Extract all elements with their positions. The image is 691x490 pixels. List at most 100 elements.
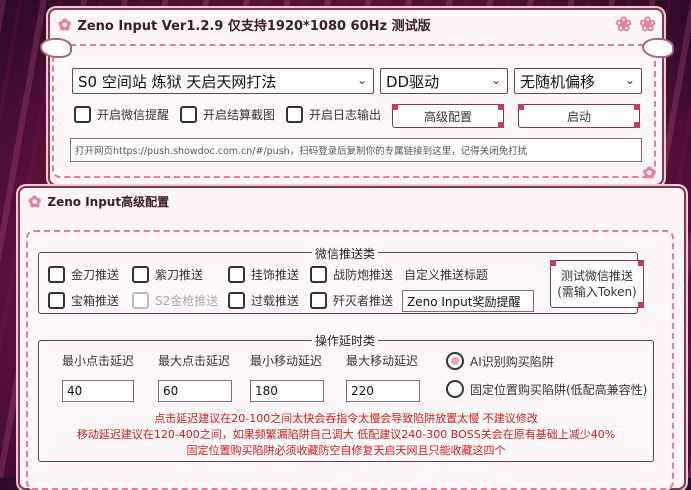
checkbox-box (310, 292, 327, 309)
checkbox-box (310, 266, 327, 283)
radio-label: AI识别购买陷阱 (470, 354, 554, 369)
min-click-delay-input[interactable]: 40 (62, 380, 134, 402)
checkbox-box (132, 266, 149, 283)
checkbox-box (228, 266, 245, 283)
minimize-flower-icon[interactable]: ❀ (615, 12, 632, 36)
checkbox-label: S2金枪推送 (155, 294, 219, 308)
checkbox-box (48, 292, 65, 309)
corner-decoration (638, 302, 644, 308)
offset-select-value: 无随机偏移 (520, 72, 596, 91)
radio-selected-icon (446, 352, 464, 370)
map-select[interactable]: S0 空间站 炼狱 天启天网打法 ⌄ (72, 68, 374, 94)
test-button-line2: (需输入Token) (557, 285, 637, 299)
s2-gold-gun-checkbox: S2金枪推送 (132, 292, 218, 309)
push-url-input[interactable]: 打开网页https://push.showdoc.com.cn/#/push，扫… (70, 138, 642, 162)
max-click-delay-input[interactable]: 60 (158, 380, 232, 402)
flower-icon: ✿ (642, 163, 656, 182)
click-delay-note: 点击延迟建议在20-100之间太快会吞指令太慢会导致陷阱放置太慢 不建议修改 (154, 412, 538, 425)
wechat-group-title: 微信推送类 (312, 245, 379, 262)
start-button[interactable]: 启动 (518, 104, 640, 128)
checkbox-label: 紫刀推送 (155, 268, 204, 282)
checkbox-label: 战防炮推送 (333, 268, 394, 282)
checkbox-box (132, 292, 149, 309)
move-delay-note: 移动延迟建议在120-400之间，如果频繁漏陷阱自己调大 低配建议240-300… (76, 428, 616, 441)
checkbox-label: 开启微信提醒 (97, 108, 170, 122)
min-click-delay-value: 40 (67, 384, 83, 398)
max-move-delay-value: 220 (351, 384, 374, 398)
star-icon: ✿ (58, 14, 72, 34)
log-output-checkbox[interactable]: 开启日志输出 (286, 106, 381, 123)
max-click-delay-label: 最大点击延迟 (158, 354, 231, 368)
corner-decoration (498, 122, 504, 128)
wing-decoration-left (40, 38, 72, 58)
fixed-trap-purchase-radio[interactable]: 固定位置购买陷阱(低配高兼容性) (446, 380, 647, 398)
star-icon: ✿ (28, 191, 42, 211)
chevron-down-icon: ⌄ (624, 73, 635, 87)
annihilator-checkbox[interactable]: 歼灭者推送 (310, 292, 393, 309)
gold-knife-checkbox[interactable]: 金刀推送 (48, 266, 119, 283)
min-move-delay-value: 180 (255, 384, 278, 398)
corner-decoration (498, 104, 504, 110)
advanced-title-bar: ✿ Zeno Input高级配置 (20, 188, 684, 214)
corner-decoration (392, 104, 398, 110)
checkbox-box (74, 106, 91, 123)
corner-decoration (634, 104, 640, 110)
corner-decoration (634, 122, 640, 128)
test-button-line1: 测试微信推送 (560, 269, 633, 283)
fixed-trap-note: 固定位置购买陷阱必须收藏防空自修复天启天网且只能收藏这四个 (186, 444, 506, 457)
advanced-window-title: Zeno Input高级配置 (47, 194, 170, 209)
main-title-bar: ✿ Zeno Input Ver1.2.9 仅支持1920*1080 60Hz … (50, 10, 662, 38)
anti-tank-gun-checkbox[interactable]: 战防炮推送 (310, 266, 393, 283)
chest-checkbox[interactable]: 宝箱推送 (48, 292, 119, 309)
advanced-panel: 微信推送类 金刀推送 紫刀推送 挂饰推送 战防炮推送 宝箱推送 S2金枪推送 过… (26, 230, 674, 490)
purple-knife-checkbox[interactable]: 紫刀推送 (132, 266, 203, 283)
ornament-checkbox[interactable]: 挂饰推送 (228, 266, 299, 283)
corner-decoration (638, 260, 644, 266)
checkbox-label: 宝箱推送 (71, 294, 120, 308)
custom-title-value: Zeno Input奖励提醒 (407, 294, 521, 309)
start-label: 启动 (566, 109, 591, 124)
radio-label: 固定位置购买陷阱(低配高兼容性) (470, 382, 648, 397)
advanced-config-button[interactable]: 高级配置 (392, 104, 504, 128)
checkbox-label: 过载推送 (251, 294, 300, 308)
main-window: ✿ Zeno Input Ver1.2.9 仅支持1920*1080 60Hz … (40, 8, 674, 186)
chevron-down-icon: ⌄ (490, 73, 501, 87)
custom-title-input[interactable]: Zeno Input奖励提醒 (402, 290, 534, 312)
checkbox-box (180, 106, 197, 123)
advanced-window: ✿ Zeno Input高级配置 微信推送类 金刀推送 紫刀推送 挂饰推送 战防… (18, 186, 686, 490)
min-click-delay-label: 最小点击延迟 (62, 354, 135, 368)
max-click-delay-value: 60 (163, 384, 179, 398)
map-select-value: S0 空间站 炼狱 天启天网打法 (78, 72, 277, 91)
checkbox-box (48, 266, 65, 283)
corner-decoration (518, 104, 524, 110)
offset-select[interactable]: 无随机偏移 ⌄ (514, 68, 642, 94)
advanced-config-label: 高级配置 (423, 109, 472, 124)
max-move-delay-input[interactable]: 220 (346, 380, 420, 402)
chevron-down-icon: ⌄ (356, 73, 367, 87)
min-move-delay-input[interactable]: 180 (250, 380, 324, 402)
wing-decoration-right (642, 38, 674, 58)
min-move-delay-label: 最小移动延迟 (250, 354, 323, 368)
corner-decoration (550, 260, 556, 266)
checkbox-box (228, 292, 245, 309)
ai-trap-purchase-radio[interactable]: AI识别购买陷阱 (446, 352, 554, 370)
checkbox-label: 开启日志输出 (309, 108, 382, 122)
driver-select[interactable]: DD驱动 ⌄ (380, 68, 508, 94)
settlement-screenshot-checkbox[interactable]: 开启结算截图 (180, 106, 275, 123)
main-window-title: Zeno Input Ver1.2.9 仅支持1920*1080 60Hz 测试… (77, 18, 431, 34)
delay-notes: 点击延迟建议在20-100之间太快会吞指令太慢会导致陷阱放置太慢 不建议修改 移… (38, 408, 654, 462)
overload-checkbox[interactable]: 过载推送 (228, 292, 299, 309)
checkbox-box (286, 106, 303, 123)
checkbox-label: 歼灭者推送 (333, 294, 394, 308)
test-wechat-push-button[interactable]: 测试微信推送 (需输入Token) (550, 260, 644, 308)
checkbox-label: 挂饰推送 (251, 268, 300, 282)
driver-select-value: DD驱动 (386, 72, 440, 91)
push-url-placeholder: 打开网页https://push.showdoc.com.cn/#/push，扫… (75, 146, 528, 157)
wechat-notify-checkbox[interactable]: 开启微信提醒 (74, 106, 169, 123)
custom-title-label: 自定义推送标题 (404, 268, 489, 282)
delay-group-title: 操作延时类 (312, 332, 379, 349)
close-flower-icon[interactable]: ❀ (639, 12, 656, 36)
radio-unselected-icon (446, 380, 464, 398)
main-panel: S0 空间站 炼狱 天启天网打法 ⌄ DD驱动 ⌄ 无随机偏移 ⌄ 开启微信提醒… (52, 44, 656, 182)
max-move-delay-label: 最大移动延迟 (346, 354, 419, 368)
